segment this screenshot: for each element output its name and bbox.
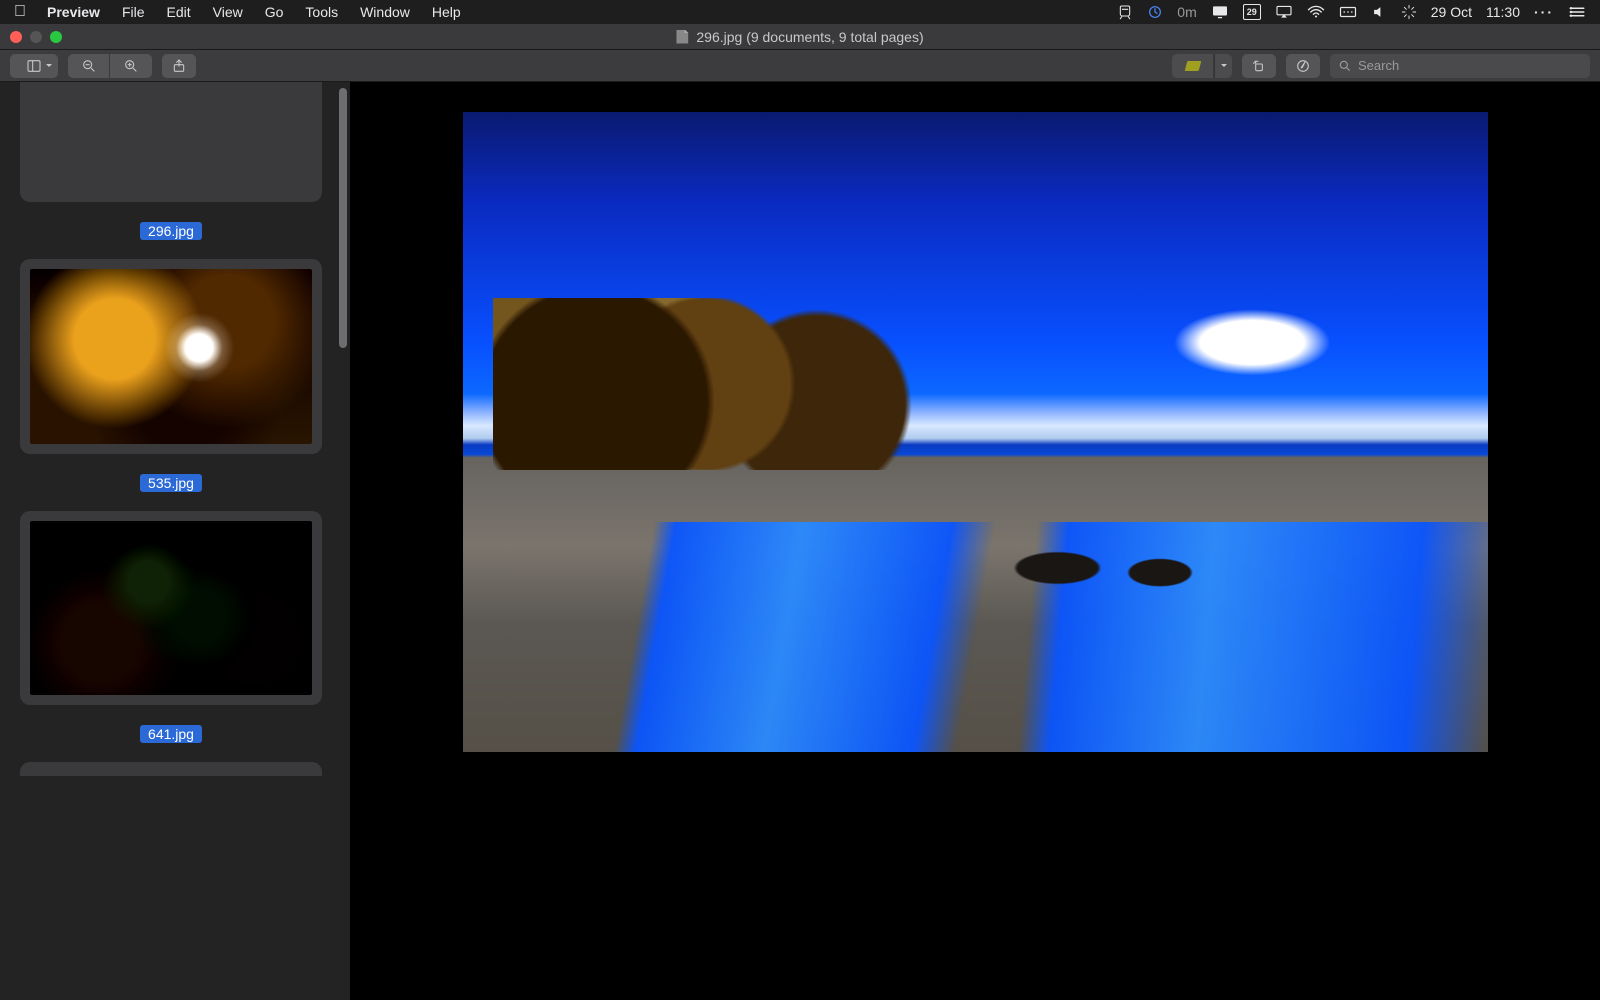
- thumbnail-item[interactable]: [20, 259, 322, 454]
- zoom-controls: [68, 54, 152, 78]
- document-icon: [676, 30, 688, 44]
- menu-window[interactable]: Window: [349, 4, 421, 20]
- highlight-button[interactable]: [1172, 54, 1214, 78]
- thumbnail-image: [30, 269, 312, 444]
- zoom-out-button[interactable]: [68, 54, 110, 78]
- sync-circle-icon[interactable]: [1147, 4, 1163, 20]
- rotate-button[interactable]: [1242, 54, 1276, 78]
- airplay-icon[interactable]: [1275, 5, 1293, 19]
- minimize-window-button[interactable]: [30, 31, 42, 43]
- control-center-icon[interactable]: [1568, 5, 1586, 19]
- keyboard-input-icon[interactable]: [1339, 5, 1357, 19]
- share-button[interactable]: [162, 54, 196, 78]
- thumbnail-image: [30, 521, 312, 696]
- menu-view[interactable]: View: [202, 4, 254, 20]
- window-controls: [0, 31, 62, 43]
- menu-file[interactable]: File: [111, 4, 156, 20]
- content-area: 296.jpg 535.jpg 641.jpg: [0, 82, 1600, 1000]
- thumbnail-item[interactable]: [20, 762, 322, 776]
- window-title-text: 296.jpg (9 documents, 9 total pages): [696, 29, 923, 45]
- search-field[interactable]: [1330, 54, 1590, 78]
- search-icon: [1338, 59, 1352, 73]
- train-icon[interactable]: [1117, 4, 1133, 20]
- status-time[interactable]: 11:30: [1486, 4, 1520, 20]
- toolbar: [0, 50, 1600, 82]
- main-image: [463, 112, 1488, 752]
- main-viewer[interactable]: [350, 82, 1600, 1000]
- highlight-tool: [1172, 54, 1232, 78]
- thumbnail-label: 641.jpg: [140, 725, 202, 743]
- sidebar-scrollbar[interactable]: [339, 88, 347, 348]
- sidebar-view-button[interactable]: [10, 54, 58, 78]
- search-input[interactable]: [1358, 58, 1582, 73]
- menubar-status-area: 0m 29 29 Oct 11:30 ···: [1117, 4, 1586, 20]
- wifi-icon[interactable]: [1307, 5, 1325, 19]
- thumbnail-list[interactable]: 296.jpg 535.jpg 641.jpg: [0, 82, 350, 1000]
- highlight-color-dropdown[interactable]: [1214, 54, 1232, 78]
- thumbnail-sidebar: 296.jpg 535.jpg 641.jpg: [0, 82, 350, 1000]
- display-icon[interactable]: [1211, 5, 1229, 19]
- status-timer[interactable]: 0m: [1177, 4, 1196, 20]
- menu-go[interactable]: Go: [254, 4, 295, 20]
- thumbnail-label: 296.jpg: [140, 222, 202, 240]
- menu-help[interactable]: Help: [421, 4, 472, 20]
- highlighter-icon: [1184, 61, 1201, 71]
- zoom-window-button[interactable]: [50, 31, 62, 43]
- calendar-icon[interactable]: 29: [1243, 4, 1261, 20]
- menu-tools[interactable]: Tools: [294, 4, 349, 20]
- window-titlebar: 296.jpg (9 documents, 9 total pages): [0, 24, 1600, 50]
- menu-edit[interactable]: Edit: [156, 4, 202, 20]
- markup-button[interactable]: [1286, 54, 1320, 78]
- close-window-button[interactable]: [10, 31, 22, 43]
- menu-extra-icon[interactable]: [1401, 4, 1417, 20]
- thumbnail-item[interactable]: [20, 82, 322, 202]
- macos-menubar:  Preview File Edit View Go Tools Window…: [0, 0, 1600, 24]
- volume-icon[interactable]: [1371, 5, 1387, 19]
- menubar-left:  Preview File Edit View Go Tools Window…: [14, 3, 472, 21]
- overflow-icon[interactable]: ···: [1534, 4, 1554, 20]
- thumbnail-label: 535.jpg: [140, 474, 202, 492]
- window-title: 296.jpg (9 documents, 9 total pages): [676, 29, 923, 45]
- status-date[interactable]: 29 Oct: [1431, 4, 1472, 20]
- apple-logo-icon[interactable]: : [14, 3, 36, 21]
- zoom-in-button[interactable]: [110, 54, 152, 78]
- thumbnail-item[interactable]: [20, 511, 322, 706]
- calendar-day: 29: [1243, 4, 1261, 20]
- menu-app[interactable]: Preview: [36, 4, 111, 20]
